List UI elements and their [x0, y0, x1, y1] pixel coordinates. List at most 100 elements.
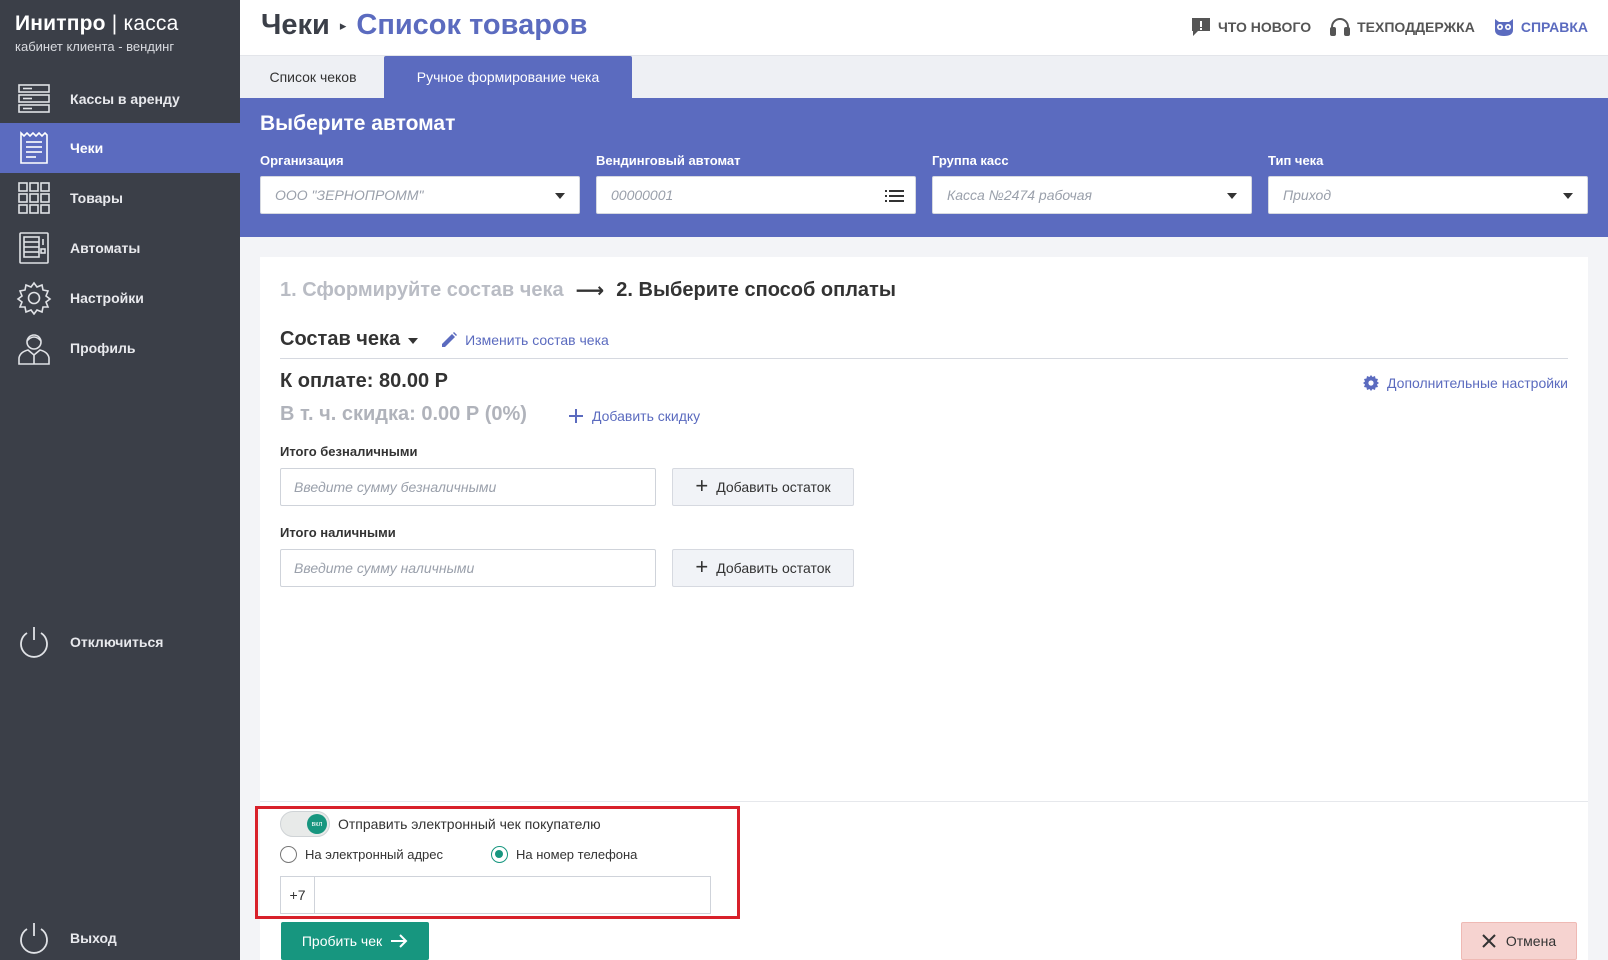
- organization-value: ООО "ЗЕРНОПРОММ": [275, 187, 424, 203]
- cash-label: Итого наличными: [280, 525, 396, 540]
- server-icon: [18, 84, 50, 113]
- add-remainder-label: Добавить остаток: [716, 560, 831, 576]
- arrow-right-icon: ⟶: [575, 280, 605, 302]
- extra-settings-link[interactable]: Дополнительные настройки: [1362, 374, 1568, 392]
- receipt-icon: [20, 131, 48, 164]
- sidebar-item-label: Кассы в аренду: [70, 91, 180, 107]
- chevron-down-icon: [408, 338, 419, 344]
- power-icon: [20, 923, 48, 954]
- submit-receipt-button[interactable]: Пробить чек: [281, 922, 429, 960]
- whats-new-label: ЧТО НОВОГО: [1217, 19, 1312, 35]
- headset-icon: [1330, 18, 1351, 36]
- logout-button[interactable]: Выход: [0, 913, 240, 960]
- organization-group: Организация ООО "ЗЕРНОПРОММ": [260, 153, 580, 214]
- step-2: 2. Выберите способ оплаты: [616, 279, 896, 301]
- tab-manual-receipt[interactable]: Ручное формирование чека: [384, 56, 632, 98]
- user-icon: [18, 334, 50, 365]
- organization-select[interactable]: ООО "ЗЕРНОПРОММ": [260, 176, 580, 214]
- cash-group-select[interactable]: Касса №2474 рабочая: [932, 176, 1252, 214]
- brand-product: касса: [123, 12, 179, 35]
- cancel-label: Отмена: [1505, 933, 1557, 949]
- sidebar-item-machines[interactable]: Автоматы: [0, 223, 240, 273]
- list-icon[interactable]: [885, 188, 905, 204]
- add-remainder-cash-button[interactable]: + Добавить остаток: [672, 549, 854, 587]
- sidebar-item-label: Автоматы: [70, 240, 141, 256]
- add-discount-label: Добавить скидку: [592, 408, 701, 424]
- sidebar-item-products[interactable]: Товары: [0, 173, 240, 223]
- chat-alert-icon: [1191, 18, 1210, 36]
- edit-composition-label: Изменить состав чека: [465, 331, 609, 348]
- organization-label: Организация: [260, 153, 344, 168]
- edit-composition-link[interactable]: Изменить состав чека: [440, 331, 609, 349]
- whats-new-link[interactable]: ЧТО НОВОГО: [1190, 16, 1311, 38]
- plus-icon: [569, 409, 583, 423]
- power-icon: [20, 627, 48, 658]
- composition-toggle[interactable]: Состав чека: [280, 328, 400, 351]
- chevron-down-icon: [1227, 193, 1237, 199]
- vending-machine-icon: [19, 232, 49, 264]
- support-label: ТЕХПОДДЕРЖКА: [1357, 19, 1475, 35]
- page-title: Список товаров: [356, 9, 588, 41]
- receipt-type-label: Тип чека: [1268, 153, 1324, 168]
- support-link[interactable]: ТЕХПОДДЕРЖКА: [1329, 16, 1475, 38]
- highlight-box: [255, 806, 740, 919]
- step-indicator: 1. Сформируйте состав чека ⟶ 2. Выберите…: [280, 278, 896, 303]
- add-remainder-label: Добавить остаток: [716, 479, 831, 495]
- vending-machine-label: Вендинговый автомат: [596, 153, 741, 168]
- brand-logo[interactable]: Инитпро | касса кабинет клиента - вендин…: [15, 12, 178, 54]
- machine-selector: Выберите автомат Организация ООО "ЗЕРНОП…: [240, 98, 1608, 237]
- extra-settings-label: Дополнительные настройки: [1387, 375, 1568, 391]
- sidebar-item-label: Товары: [70, 190, 123, 206]
- submit-label: Пробить чек: [301, 933, 383, 949]
- discount-amount: В т. ч. скидка: 0.00 Р (0%): [280, 403, 527, 425]
- add-remainder-cashless-button[interactable]: + Добавить остаток: [672, 468, 854, 506]
- sidebar-item-settings[interactable]: Настройки: [0, 273, 240, 323]
- sidebar-item-label: Профиль: [70, 340, 136, 356]
- header-links: ЧТО НОВОГО ТЕХПОДДЕРЖКА СПРАВКА: [1190, 16, 1588, 38]
- gear-icon: [16, 281, 52, 315]
- tab-bar: Список чеков Ручное формирование чека: [240, 56, 1608, 98]
- cashless-label: Итого безналичными: [280, 444, 418, 459]
- tab-receipt-list[interactable]: Список чеков: [250, 56, 376, 98]
- receipt-type-group: Тип чека Приход: [1268, 153, 1588, 214]
- sidebar-item-profile[interactable]: Профиль: [0, 323, 240, 373]
- breadcrumb: Чеки ▸ Список товаров: [261, 9, 587, 42]
- add-discount-link[interactable]: Добавить скидку: [567, 407, 700, 425]
- step-1[interactable]: 1. Сформируйте состав чека: [280, 279, 564, 302]
- receipt-type-select[interactable]: Приход: [1268, 176, 1588, 214]
- breadcrumb-root[interactable]: Чеки: [261, 9, 330, 42]
- help-label: СПРАВКА: [1520, 19, 1588, 35]
- brand-separator: |: [111, 12, 118, 35]
- sidebar-item-label: Настройки: [70, 290, 144, 306]
- brand-name: Инитпро: [15, 12, 106, 35]
- cash-input[interactable]: Введите сумму наличными: [280, 549, 656, 587]
- disconnect-label: Отключиться: [70, 634, 164, 650]
- cashless-input[interactable]: Введите сумму безналичными: [280, 468, 656, 506]
- plus-icon: +: [695, 473, 709, 498]
- amount-due: К оплате: 80.00 Р: [280, 370, 448, 392]
- owl-icon: [1494, 19, 1513, 36]
- plus-icon: +: [695, 554, 709, 579]
- cash-group-label: Группа касс: [932, 153, 1009, 168]
- divider: [260, 801, 1588, 802]
- cash-group-value: Касса №2474 рабочая: [947, 187, 1093, 203]
- sidebar-item-receipts[interactable]: Чеки: [0, 123, 240, 173]
- composition-bar: Состав чека Изменить состав чека: [280, 321, 1568, 359]
- close-icon: [1482, 934, 1496, 948]
- vending-machine-group: Вендинговый автомат 00000001: [596, 153, 916, 214]
- sidebar-item-cash-rental[interactable]: Кассы в аренду: [0, 74, 240, 124]
- receipt-type-value: Приход: [1283, 187, 1332, 203]
- cancel-button[interactable]: Отмена: [1461, 922, 1577, 960]
- sidebar: Инитпро | касса кабинет клиента - вендин…: [0, 0, 240, 960]
- selector-title: Выберите автомат: [260, 112, 456, 135]
- pencil-icon: [442, 331, 458, 347]
- logout-label: Выход: [70, 930, 117, 946]
- sidebar-item-label: Чеки: [70, 140, 104, 156]
- vending-machine-select[interactable]: 00000001: [596, 176, 916, 214]
- cash-group-group: Группа касс Касса №2474 рабочая: [932, 153, 1252, 214]
- arrow-right-icon: [391, 934, 408, 948]
- brand-subtitle: кабинет клиента - вендинг: [15, 39, 175, 54]
- disconnect-button[interactable]: Отключиться: [0, 617, 240, 667]
- chevron-down-icon: [1563, 193, 1573, 199]
- help-link[interactable]: СПРАВКА: [1493, 16, 1588, 38]
